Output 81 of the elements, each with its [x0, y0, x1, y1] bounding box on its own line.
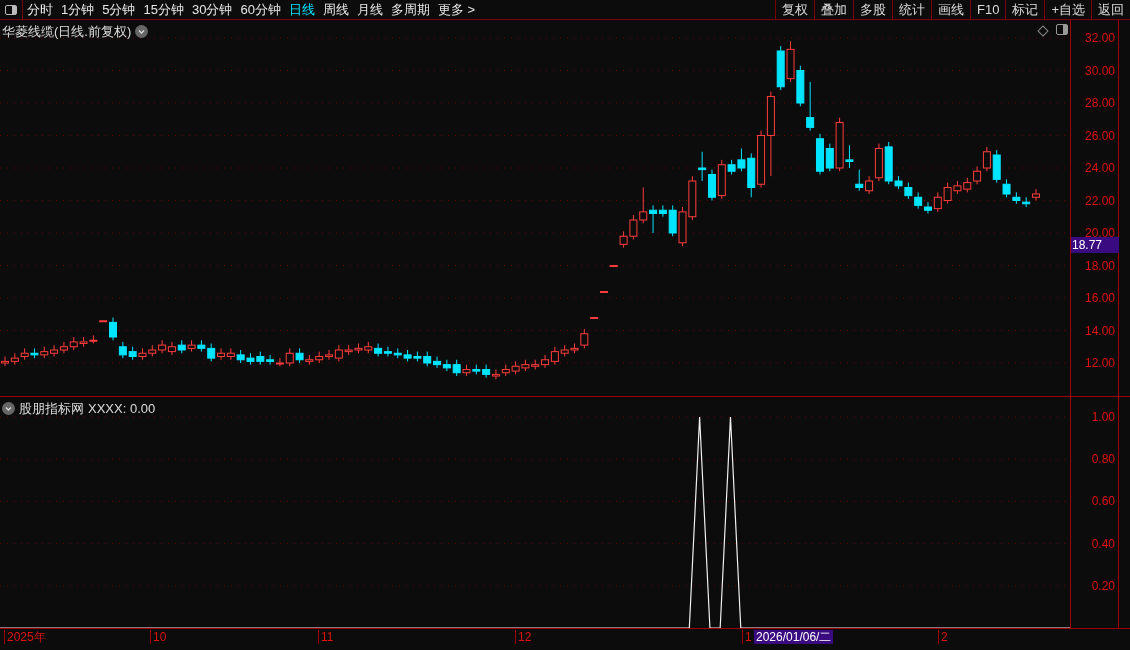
price-axis-label: 28.00: [1084, 96, 1115, 110]
candlestick: [433, 356, 442, 369]
dropdown-icon[interactable]: [135, 25, 149, 39]
series-name: XXXX: [88, 400, 123, 418]
time-axis-label: 12: [515, 630, 532, 644]
period-tab[interactable]: 月线: [356, 0, 383, 20]
candlestick: [325, 349, 334, 361]
candlestick: [668, 204, 677, 237]
period-tab[interactable]: 30分钟: [191, 0, 233, 20]
candlestick: [158, 339, 167, 354]
candlestick: [266, 354, 275, 366]
price-axis-label: 32.00: [1084, 31, 1115, 45]
panel-toggle-icon[interactable]: [1056, 24, 1068, 35]
candlestick: [658, 204, 667, 218]
candlestick: [649, 204, 658, 234]
toolbar-button[interactable]: 返回: [1091, 0, 1130, 19]
candlestick: [707, 169, 716, 201]
indicator-axis-label: 1.00: [1091, 410, 1115, 424]
period-tab[interactable]: 更多 >: [437, 0, 476, 20]
candlestick: [806, 81, 815, 132]
candlestick: [482, 364, 491, 379]
candlestick: [109, 317, 118, 341]
indicator-title: 股朋指标网: [19, 400, 84, 418]
candlestick: [383, 346, 392, 357]
time-axis-label: 2025年: [4, 630, 46, 644]
toolbar-button[interactable]: 复权: [775, 0, 814, 19]
price-axis-label: 24.00: [1084, 161, 1115, 175]
period-tab[interactable]: 5分钟: [102, 0, 136, 20]
time-axis-label: 2: [938, 630, 948, 644]
period-tab[interactable]: 周线: [322, 0, 349, 20]
price-axis-label: 20.00: [1084, 226, 1115, 240]
price-axis-label: 12.00: [1084, 356, 1115, 370]
dropdown-icon[interactable]: [2, 402, 15, 416]
period-tab[interactable]: 15分钟: [143, 0, 184, 20]
candlestick: [50, 344, 59, 357]
toolbar-button[interactable]: 叠加: [814, 0, 853, 19]
price-axis-label: 22.00: [1084, 193, 1115, 208]
time-axis-label: 11: [318, 630, 334, 644]
price-axis-label: 26.00: [1084, 128, 1115, 143]
candlestick: [845, 144, 854, 169]
panel-toggle-icon: [5, 4, 17, 15]
candlestick: [541, 354, 550, 369]
indicator-axis-label: 0.20: [1091, 578, 1115, 593]
current-price-label: 18.77: [1071, 237, 1119, 253]
price-axis-label: 14.00: [1084, 323, 1115, 338]
indicator-value: : 0.00: [122, 400, 156, 418]
candlestick: [982, 146, 991, 172]
candlestick: [825, 143, 834, 172]
price-axis-label: 30.00: [1084, 63, 1115, 78]
candlestick: [217, 347, 226, 361]
candlestick: [855, 169, 864, 192]
candlestick: [491, 369, 500, 380]
candlestick: [580, 328, 589, 349]
time-axis-label: 10: [150, 630, 167, 644]
period-tab[interactable]: 日线: [288, 0, 315, 20]
candlestick: [59, 341, 68, 354]
period-tab[interactable]: 60分钟: [240, 0, 281, 20]
indicator-axis-label: 0.40: [1091, 536, 1115, 551]
time-axis-label: 1: [742, 630, 752, 644]
toolbar-button[interactable]: 统计: [892, 0, 931, 19]
candlestick: [167, 341, 176, 356]
toolbar-button[interactable]: 画线: [931, 0, 970, 19]
period-tab[interactable]: 多周期: [390, 0, 430, 20]
toolbar-button[interactable]: 标记: [1005, 0, 1045, 19]
toolbar-button[interactable]: +自选: [1044, 0, 1091, 19]
candlestick: [275, 357, 284, 367]
chart-title: 华菱线缆(日线.前复权): [2, 23, 132, 41]
candlestick: [923, 201, 932, 214]
price-axis-label: 18.00: [1084, 258, 1115, 273]
candlestick: [1032, 188, 1040, 201]
toolbar-button[interactable]: 多股: [853, 0, 892, 19]
candlestick: [374, 343, 383, 357]
cursor-date-label: 2026/01/06/二: [754, 630, 834, 644]
candlestick: [442, 359, 451, 372]
indicator-axis-label: 0.80: [1091, 452, 1115, 467]
indicator-axis-label: 0.60: [1091, 494, 1115, 509]
toolbar-button[interactable]: F10: [970, 0, 1006, 19]
period-tab[interactable]: 分时: [27, 0, 53, 20]
candlestick: [698, 151, 707, 182]
period-tab[interactable]: 1分钟: [61, 0, 95, 20]
price-axis-label: 16.00: [1084, 291, 1115, 305]
